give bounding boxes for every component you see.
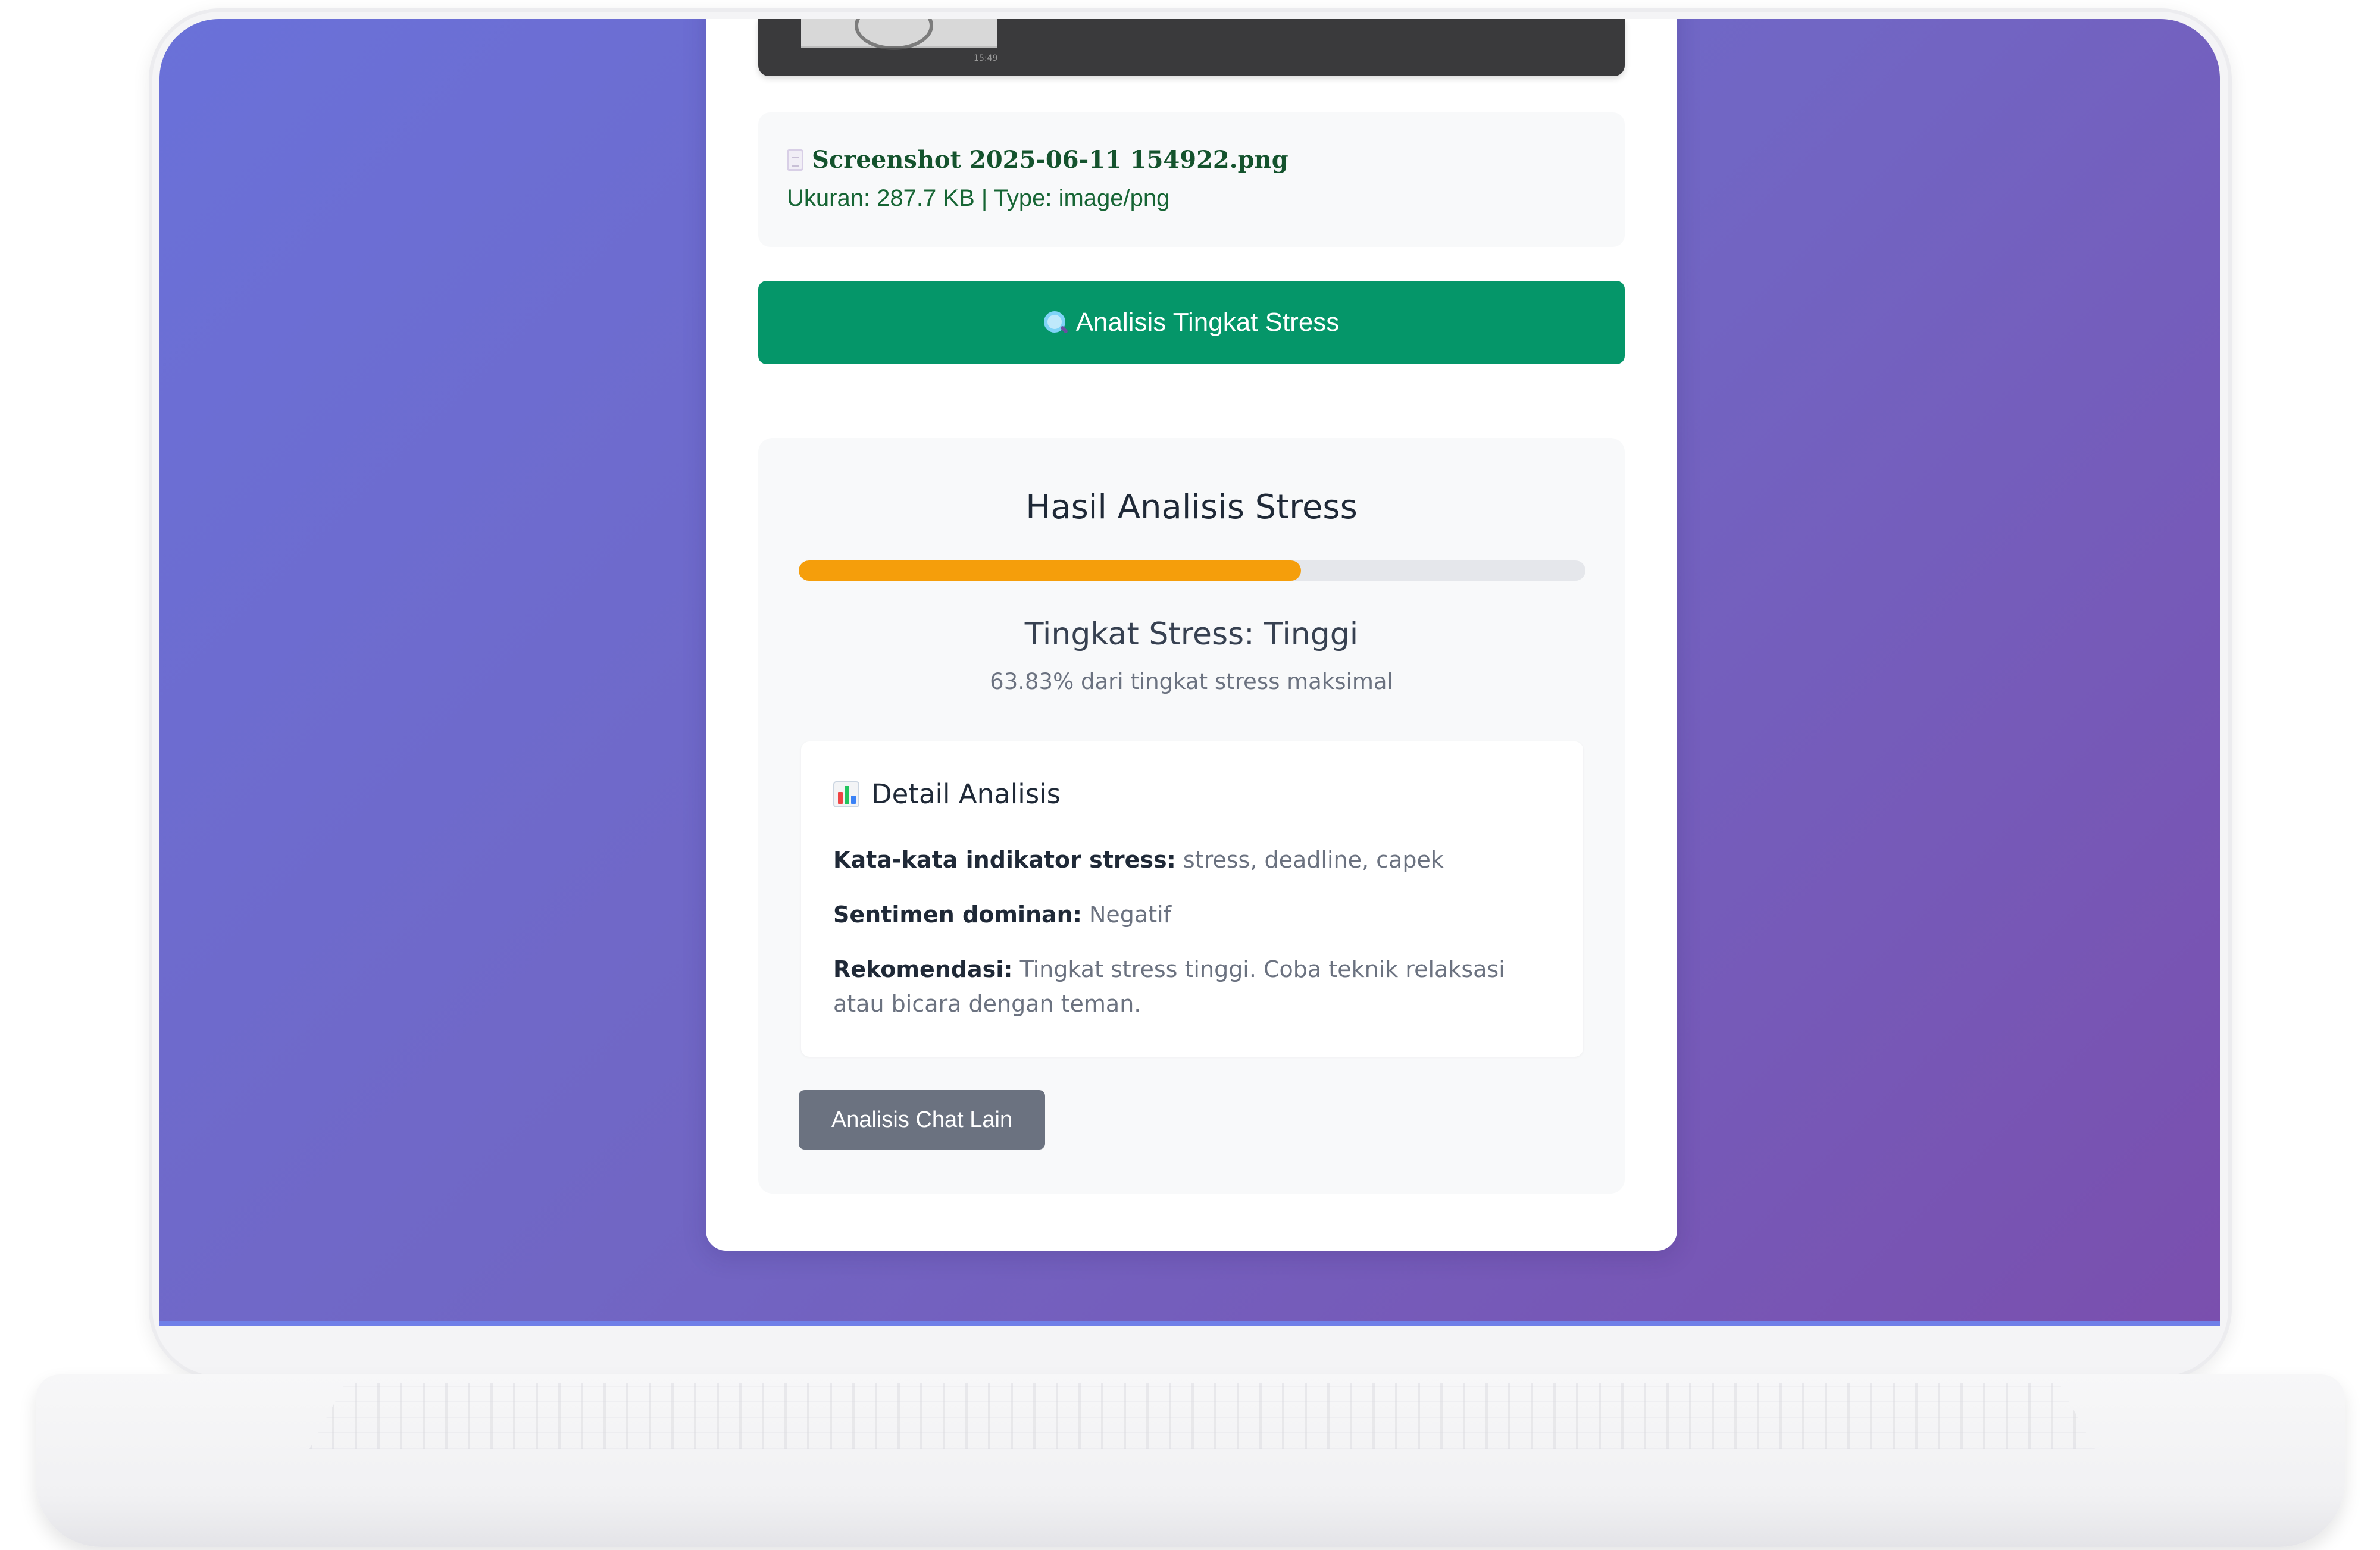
laptop-keyboard	[309, 1383, 2095, 1449]
detail-row-recommendation: Rekomendasi: Tingkat stress tinggi. Coba…	[833, 952, 1553, 1021]
app-card: 15:49 Screenshot 2025-06-11 154922.png U…	[706, 19, 1677, 1251]
laptop-mockup: 15:49 Screenshot 2025-06-11 154922.png U…	[0, 0, 2380, 1550]
detail-heading-label: Detail Analisis	[871, 778, 1061, 810]
detail-label: Rekomendasi:	[833, 956, 1013, 982]
document-icon	[787, 149, 803, 171]
analyze-other-chat-button[interactable]: Analisis Chat Lain	[799, 1090, 1045, 1150]
file-meta: Ukuran: 287.7 KB | Type: image/png	[787, 185, 1170, 211]
detail-label: Sentimen dominan:	[833, 901, 1082, 928]
stress-percent-text: 63.83% dari tingkat stress maksimal	[990, 669, 1393, 694]
detail-row-sentiment: Sentimen dominan: Negatif	[833, 897, 1553, 932]
preview-timestamp: 15:49	[974, 54, 998, 63]
screen-bottom-edge	[159, 1321, 2220, 1326]
stress-level-text: Tingkat Stress: Tinggi	[1024, 616, 1359, 652]
analyze-button-label: Analisis Tingkat Stress	[1075, 308, 1340, 337]
result-title: Hasil Analisis Stress	[1025, 488, 1358, 527]
stress-progress-fill	[799, 560, 1301, 581]
detail-label: Kata-kata indikator stress:	[833, 847, 1176, 873]
bar-chart-icon	[833, 781, 859, 807]
browser-viewport: 15:49 Screenshot 2025-06-11 154922.png U…	[159, 19, 2220, 1326]
detail-value: Negatif	[1081, 901, 1172, 928]
detail-analysis-box: Detail Analisis Kata-kata indikator stre…	[801, 741, 1583, 1057]
file-info-box: Screenshot 2025-06-11 154922.png Ukuran:…	[758, 112, 1625, 247]
detail-value: stress, deadline, capek	[1175, 847, 1444, 873]
result-panel: Hasil Analisis Stress Tingkat Stress: Ti…	[758, 438, 1625, 1194]
detail-row-indicators: Kata-kata indikator stress: stress, dead…	[833, 843, 1553, 877]
uploaded-image-preview: 15:49	[758, 19, 1625, 76]
detail-heading: Detail Analisis	[833, 778, 1061, 810]
file-name: Screenshot 2025-06-11 154922.png	[812, 146, 1288, 174]
file-name-row: Screenshot 2025-06-11 154922.png	[787, 146, 1288, 174]
stress-progress-bar	[799, 560, 1585, 581]
analyze-stress-button[interactable]: Analisis Tingkat Stress	[758, 281, 1625, 364]
search-icon	[1043, 311, 1067, 334]
preview-thumbnail	[801, 19, 997, 50]
